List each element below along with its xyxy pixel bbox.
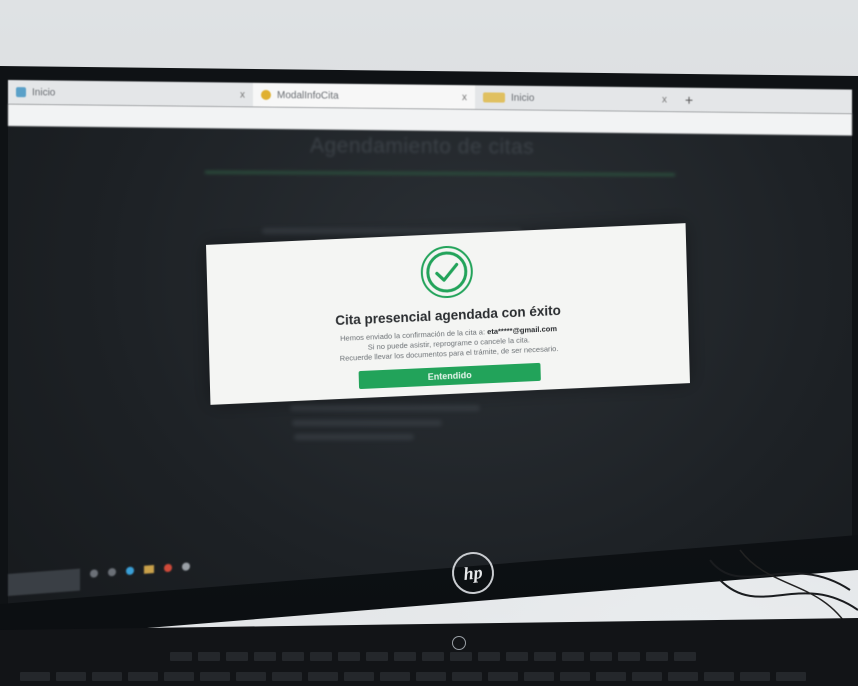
keyboard-key <box>272 672 302 681</box>
tab-label: ModalInfoCita <box>277 89 339 102</box>
keyboard-key <box>56 672 86 681</box>
keyboard-key <box>618 652 640 661</box>
understood-button[interactable]: Entendido <box>358 362 541 390</box>
keyboard-key <box>380 672 410 681</box>
taskbar-app-icon[interactable] <box>164 563 172 573</box>
keyboard-key <box>416 672 446 681</box>
keyboard-key <box>646 652 668 661</box>
keyboard-key <box>668 672 698 681</box>
keyboard-key <box>338 652 360 661</box>
keyboard-key <box>308 672 338 681</box>
keyboard-key <box>366 652 388 661</box>
taskbar-edge-icon[interactable] <box>126 566 134 576</box>
keyboard-key <box>164 672 194 681</box>
keyboard-key <box>394 652 416 661</box>
taskbar-chrome-icon[interactable] <box>182 562 190 571</box>
keyboard-key <box>452 672 482 681</box>
keyboard-key <box>170 652 192 661</box>
close-tab-icon[interactable]: x <box>240 89 245 100</box>
power-icon <box>452 636 466 650</box>
keyboard-function-row <box>170 652 696 661</box>
keyboard-key <box>740 672 770 681</box>
browser-tab-inicio-2[interactable]: Inicio x <box>475 85 675 111</box>
keyboard-key <box>422 652 444 661</box>
keyboard-number-row <box>20 672 806 681</box>
tab-favicon-icon <box>16 87 26 98</box>
close-tab-icon[interactable]: x <box>662 94 667 105</box>
keyboard-key <box>590 652 612 661</box>
keyboard-key <box>524 672 554 681</box>
keyboard-key <box>478 652 500 661</box>
success-modal: Cita presencial agendada con éxito Hemos… <box>206 223 690 405</box>
keyboard-key <box>674 652 696 661</box>
taskbar-search-box[interactable] <box>8 568 80 596</box>
page-text-placeholder <box>290 405 480 411</box>
browser-tab-modalinfocita[interactable]: ModalInfoCita x <box>253 82 475 110</box>
browser-tab-inicio[interactable]: Inicio x <box>8 80 253 107</box>
keyboard-key <box>92 672 122 681</box>
keyboard-key <box>506 652 528 661</box>
close-tab-icon[interactable]: x <box>462 92 467 103</box>
taskbar-task-view-icon[interactable] <box>108 567 116 577</box>
keyboard-key <box>488 672 518 681</box>
new-tab-button[interactable]: + <box>675 92 703 108</box>
keyboard-key <box>560 672 590 681</box>
keyboard-key <box>282 652 304 661</box>
tab-favicon-icon <box>261 89 271 100</box>
keyboard-key <box>534 652 556 661</box>
keyboard-key <box>198 652 220 661</box>
tab-label: Inicio <box>32 86 56 99</box>
keyboard-key <box>776 672 806 681</box>
page-text-placeholder <box>294 434 414 440</box>
keyboard-key <box>344 672 374 681</box>
taskbar-search-icon[interactable] <box>90 569 98 578</box>
keyboard-key <box>632 672 662 681</box>
keyboard-key <box>310 652 332 661</box>
keyboard-key <box>200 672 230 681</box>
page-text-placeholder <box>292 420 442 426</box>
keyboard-key <box>562 652 584 661</box>
keyboard-key <box>450 652 472 661</box>
check-circle-icon <box>418 243 476 302</box>
keyboard-key <box>128 672 158 681</box>
tab-favicon-icon <box>483 92 505 103</box>
keyboard-key <box>226 652 248 661</box>
page-title: Agendamiento de citas <box>309 134 535 159</box>
taskbar-folder-icon[interactable] <box>144 565 154 574</box>
tab-label: Inicio <box>511 92 535 104</box>
keyboard-key <box>254 652 276 661</box>
keyboard-key <box>236 672 266 681</box>
keyboard-key <box>596 672 626 681</box>
confirmation-email: eta*****@gmail.com <box>487 324 558 337</box>
keyboard-key <box>704 672 734 681</box>
keyboard-key <box>20 672 50 681</box>
